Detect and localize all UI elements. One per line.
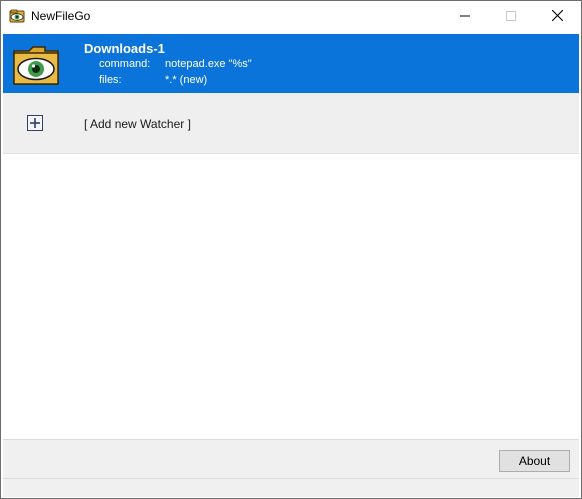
plus-box-icon [27, 115, 43, 131]
title-bar[interactable]: NewFileGo [1, 1, 581, 32]
close-button[interactable] [534, 1, 580, 32]
files-value: *.* (new) [165, 74, 208, 86]
app-window: NewFileGo Downloads-1 command: notepad.e… [0, 0, 582, 499]
maximize-button[interactable] [488, 1, 534, 32]
minimize-button[interactable] [442, 1, 488, 32]
minimize-icon [460, 10, 470, 24]
eye-folder-icon [9, 8, 25, 24]
files-label: files: [99, 74, 122, 86]
window-title: NewFileGo [31, 9, 91, 23]
add-watcher-item[interactable]: [ Add new Watcher ] [3, 93, 579, 154]
watcher-item-downloads-1[interactable]: Downloads-1 command: notepad.exe "%s" fi… [3, 34, 579, 93]
watcher-name: Downloads-1 [84, 41, 165, 56]
command-label: command: [99, 58, 151, 70]
watcher-list-empty-area [3, 154, 579, 439]
command-value: notepad.exe "%s" [165, 58, 252, 70]
eye-folder-icon [11, 39, 61, 89]
close-icon [551, 9, 563, 24]
maximize-icon [506, 10, 516, 24]
about-button[interactable]: About [499, 450, 570, 472]
add-watcher-label: [ Add new Watcher ] [84, 117, 191, 131]
status-separator [3, 478, 579, 479]
footer-bar: About [3, 439, 579, 497]
